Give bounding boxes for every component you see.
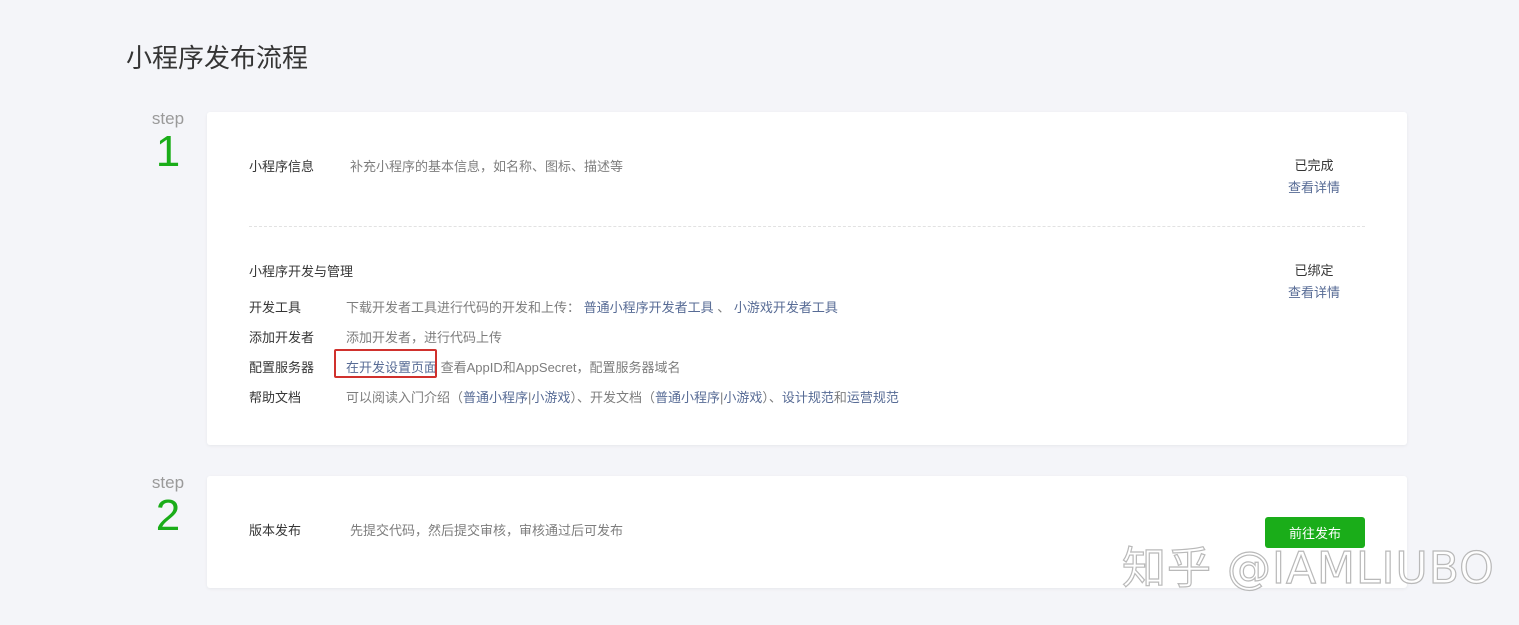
dev-detail-link[interactable]: 查看详情 [1284, 282, 1344, 301]
design-guidelines-link[interactable]: 设计规范 [782, 390, 834, 405]
devdocs-miniprogram-link[interactable]: 普通小程序 [655, 390, 720, 405]
add-developer-description: 添加开发者，进行代码上传 [346, 330, 503, 345]
minigame-devtools-link[interactable]: 小游戏开发者工具 [734, 300, 838, 315]
step-1-card: 小程序信息 补充小程序的基本信息，如名称、图标、描述等 已完成 查看详情 小程序… [207, 112, 1407, 445]
docs-text: ）、开发文档（ [570, 390, 655, 405]
docs-text: 和 [833, 390, 847, 405]
add-developer-label: 添加开发者 [249, 330, 315, 345]
step-1-indicator: step 1 [138, 110, 198, 176]
intro-miniprogram-link[interactable]: 普通小程序 [463, 390, 528, 405]
tools-row: 下载开发者工具进行代码的开发和上传： 普通小程序开发者工具 、 小游戏开发者工具 [346, 297, 838, 316]
release-label: 版本发布 [249, 523, 302, 538]
tools-description: 下载开发者工具进行代码的开发和上传： [346, 300, 581, 315]
operation-guidelines-link[interactable]: 运营规范 [847, 390, 899, 405]
step-word: step [151, 473, 185, 492]
release-description: 先提交代码，然后提交审核，审核通过后可发布 [350, 523, 624, 538]
server-config-description: 查看AppID和AppSecret，配置服务器域名 [440, 360, 681, 375]
info-description: 补充小程序的基本信息，如名称、图标、描述等 [350, 159, 624, 174]
watermark: 知乎 @IAMLIUBO [1121, 542, 1495, 594]
intro-minigame-link[interactable]: 小游戏 [531, 390, 570, 405]
info-detail-link[interactable]: 查看详情 [1284, 177, 1344, 196]
page-title: 小程序发布流程 [126, 43, 309, 73]
docs-text: ）、 [762, 390, 782, 405]
dev-status: 已绑定 [1294, 263, 1334, 278]
server-config-label: 配置服务器 [249, 360, 315, 375]
step-word: step [151, 109, 185, 128]
step-2-indicator: step 2 [138, 474, 198, 540]
docs-text: 可以阅读入门介绍（ [346, 390, 464, 405]
step-number: 2 [155, 491, 181, 540]
help-docs-row: 可以阅读入门介绍（普通小程序|小游戏）、开发文档（普通小程序|小游戏）、设计规范… [346, 387, 899, 406]
dev-section-title: 小程序开发与管理 [249, 264, 354, 279]
devdocs-minigame-link[interactable]: 小游戏 [723, 390, 762, 405]
section-divider [249, 226, 1365, 227]
help-docs-label: 帮助文档 [249, 390, 302, 405]
info-label: 小程序信息 [249, 159, 315, 174]
info-status: 已完成 [1294, 158, 1334, 173]
separator: 、 [717, 300, 731, 315]
step-number: 1 [155, 127, 181, 176]
tools-label: 开发工具 [249, 300, 302, 315]
miniprogram-devtools-link[interactable]: 普通小程序开发者工具 [584, 300, 714, 315]
highlight-annotation-box [334, 349, 437, 378]
